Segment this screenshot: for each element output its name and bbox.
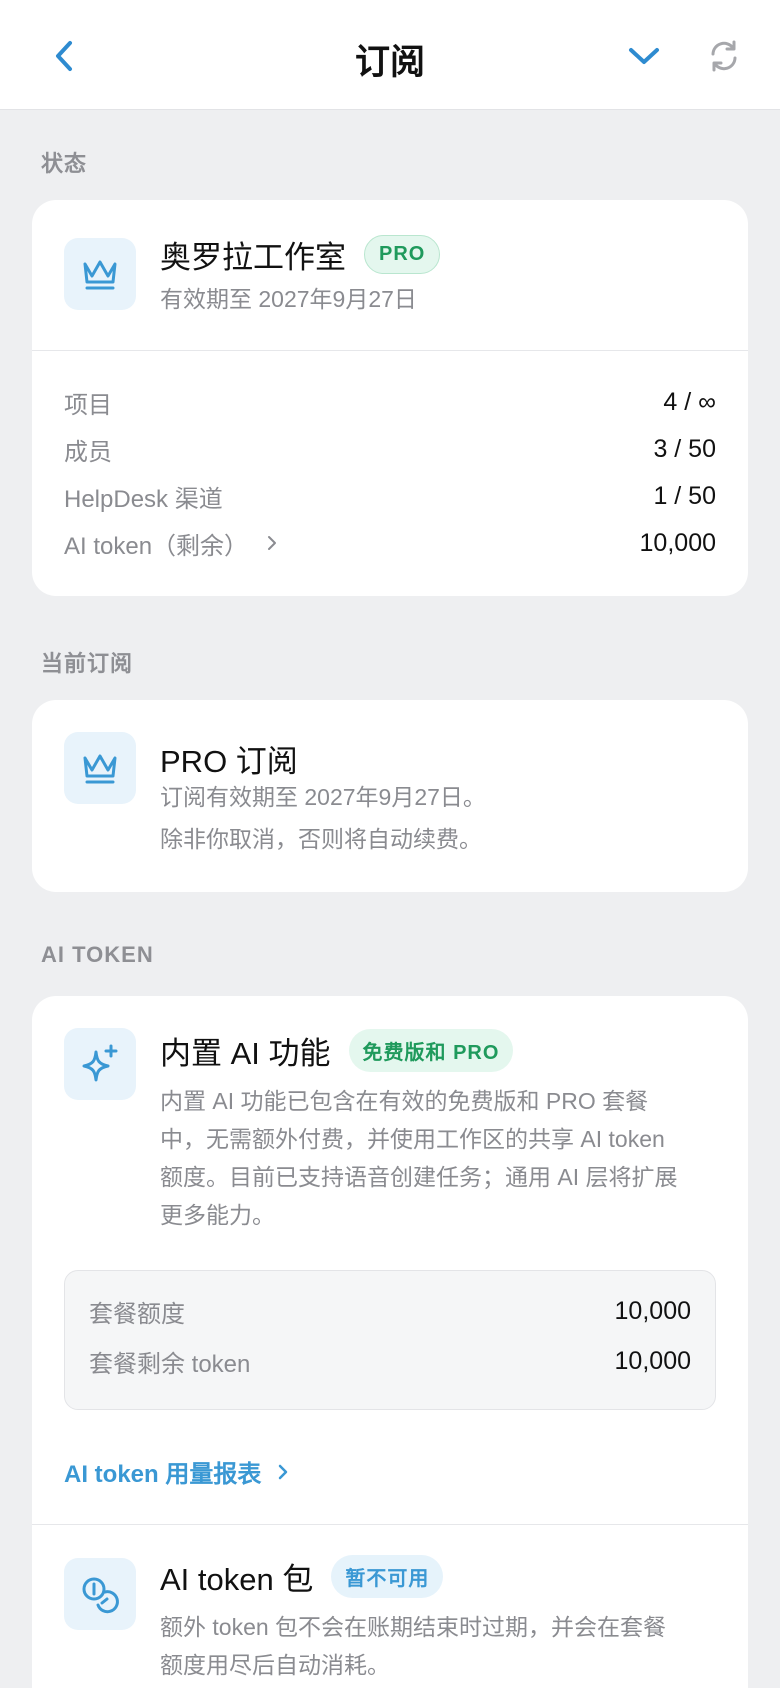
sparkle-icon (82, 1044, 118, 1082)
subscription-icon-box (64, 732, 136, 804)
description-line: 中，无需额外付费，并使用工作区的共享 AI token (160, 1126, 665, 1152)
current-subscription-card: PRO 订阅 订阅有效期至 2027年9月27日。 除非你取消，否则将自动续费。 (32, 700, 748, 892)
row-label: 成员 (64, 438, 112, 466)
quota-label: 套餐额度 (89, 1300, 185, 1328)
expand-button[interactable] (624, 36, 664, 76)
usage-row-projects: 项目 4 / ∞ (64, 382, 716, 422)
row-value: 3 / 50 (653, 434, 716, 463)
section-label-ai-token: AI TOKEN (41, 942, 154, 967)
divider (32, 1524, 748, 1525)
description-line: 更多能力。 (160, 1202, 275, 1228)
token-pack-name: AI token 包 (160, 1562, 314, 1597)
valid-until: 有效期至 2027年9月27日 (160, 286, 417, 312)
refresh-icon (711, 40, 737, 72)
row-label: 项目 (64, 391, 112, 419)
quota-row-total: 套餐额度 10,000 (89, 1291, 691, 1331)
row-label: HelpDesk 渠道 (64, 485, 223, 513)
section-label-status: 状态 (41, 151, 88, 176)
chevron-down-icon (629, 48, 659, 64)
quota-row-remaining: 套餐剩余 token 10,000 (89, 1341, 691, 1381)
builtin-ai-description: 内置 AI 功能已包含在有效的免费版和 PRO 套餐 中，无需额外付费，并使用工… (160, 1082, 720, 1234)
crown-icon (83, 754, 117, 784)
row-label: AI token（剩余） (64, 532, 249, 560)
crown-icon (83, 260, 117, 290)
ai-token-remaining-link[interactable]: AI token（剩余） (64, 526, 284, 561)
token-pack-title: AI token 包 暂不可用 (160, 1554, 444, 1599)
coins-icon (82, 1577, 119, 1614)
usage-report-link[interactable]: AI token 用量报表 (64, 1454, 295, 1489)
plan-scope-badge: 免费版和 PRO (348, 1029, 514, 1072)
description-line: 内置 AI 功能已包含在有效的免费版和 PRO 套餐 (160, 1088, 649, 1114)
refresh-button[interactable] (704, 36, 744, 76)
usage-report-label: AI token 用量报表 (64, 1461, 262, 1488)
workspace-title: 奥罗拉工作室 PRO (160, 232, 441, 277)
chevron-right-icon (268, 536, 277, 550)
row-value: 1 / 50 (653, 481, 716, 510)
description-line: 额外 token 包不会在账期结束时过期，并会在套餐 (160, 1614, 667, 1640)
plan-icon-box (64, 238, 136, 310)
builtin-ai-name: 内置 AI 功能 (160, 1036, 331, 1071)
row-value: 10,000 (639, 528, 716, 557)
status-card: 奥罗拉工作室 PRO 有效期至 2027年9月27日 项目 4 / ∞ 成员 3… (32, 200, 748, 596)
workspace-name: 奥罗拉工作室 (160, 240, 346, 275)
usage-row-helpdesk: HelpDesk 渠道 1 / 50 (64, 476, 716, 516)
ai-token-card: 内置 AI 功能 免费版和 PRO 内置 AI 功能已包含在有效的免费版和 PR… (32, 996, 748, 1688)
quota-value: 10,000 (614, 1346, 691, 1375)
subscription-title: PRO 订阅 (160, 744, 298, 779)
usage-row-members: 成员 3 / 50 (64, 429, 716, 469)
top-bar: 订阅 (0, 0, 780, 110)
section-label-current-subscription: 当前订阅 (41, 651, 134, 676)
usage-row-ai-token[interactable]: AI token（剩余） 10,000 (64, 523, 716, 563)
subscription-line-1: 订阅有效期至 2027年9月27日。 (160, 784, 486, 810)
token-pack-description: 额外 token 包不会在账期结束时过期，并会在套餐 额度用尽后自动消耗。 (160, 1608, 720, 1684)
subscription-line-2: 除非你取消，否则将自动续费。 (160, 826, 482, 852)
description-line: 额度用尽后自动消耗。 (160, 1652, 390, 1678)
quota-label: 套餐剩余 token (89, 1350, 251, 1378)
token-quota-box: 套餐额度 10,000 套餐剩余 token 10,000 (64, 1270, 716, 1410)
builtin-ai-title: 内置 AI 功能 免费版和 PRO (160, 1028, 514, 1073)
ai-icon-box (64, 1028, 136, 1100)
unavailable-badge: 暂不可用 (331, 1555, 444, 1598)
token-pack-icon-box (64, 1558, 136, 1630)
divider (32, 350, 748, 351)
quota-value: 10,000 (614, 1296, 691, 1325)
description-line: 额度。目前已支持语音创建任务；通用 AI 层将扩展 (160, 1164, 678, 1190)
pro-badge: PRO (364, 235, 441, 274)
chevron-right-icon (279, 1464, 288, 1479)
row-value: 4 / ∞ (663, 387, 716, 416)
